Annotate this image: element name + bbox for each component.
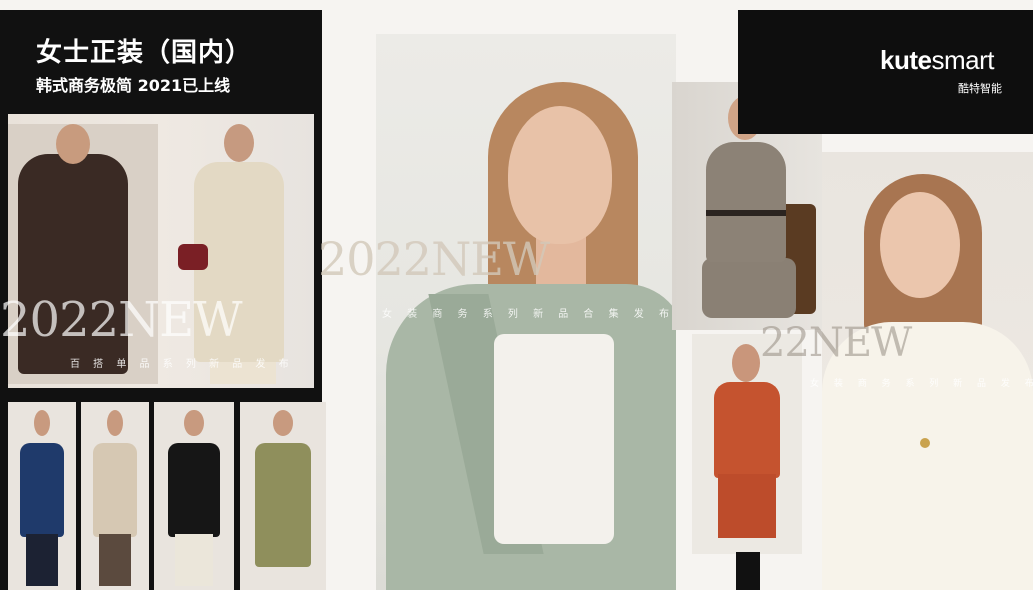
model-face	[508, 106, 612, 244]
thumb-navy-outfit	[8, 402, 76, 590]
white-suit-photo	[822, 152, 1033, 590]
navy-top	[20, 443, 64, 538]
model-head	[732, 344, 760, 382]
panel-subtitle: 韩式商务极简 2021已上线	[36, 76, 231, 95]
gray-trousers	[702, 258, 796, 318]
caption-strip-right: 女 装 商 务 系 列 新 品 发 布	[810, 379, 1033, 389]
model-head	[224, 124, 254, 162]
thumb-beige-trench	[81, 402, 149, 590]
brown-trousers	[98, 533, 132, 587]
gray-blazer	[706, 142, 786, 262]
thumb-black-jacket	[154, 402, 234, 590]
brand-chinese-name: 酷特智能	[958, 82, 1002, 95]
brand-logo: kutesmart	[880, 45, 994, 76]
watermark-new-right: 22NEW	[760, 320, 912, 366]
brand-logo-light: smart	[931, 45, 994, 75]
model-head	[33, 409, 51, 436]
rust-peplum-jacket	[714, 382, 780, 478]
red-handbag	[178, 244, 208, 270]
black-jacket	[168, 443, 220, 538]
white-camisole	[494, 334, 614, 544]
model-face	[880, 192, 960, 298]
white-trousers	[174, 533, 214, 587]
rust-skirt	[718, 474, 776, 538]
model-head	[272, 409, 294, 436]
dark-trousers	[25, 533, 59, 587]
beige-trench	[93, 443, 137, 538]
black-belt	[706, 210, 786, 216]
orange-suit-photo	[692, 334, 802, 554]
thumb-olive-dress	[240, 402, 326, 590]
panel-title: 女士正装（国内）	[36, 38, 253, 68]
gold-button	[920, 438, 930, 448]
model-head	[184, 409, 204, 436]
model-head	[106, 409, 124, 436]
black-accent-block	[736, 552, 760, 590]
caption-strip-left: 百 搭 单 品 系 列 新 品 发 布	[70, 359, 294, 370]
olive-wrap-dress	[255, 443, 311, 568]
watermark-new-center: 2022NEW	[318, 232, 550, 286]
brand-logo-bold: kute	[880, 45, 932, 75]
watermark-new-left: 2022NEW	[0, 292, 243, 348]
model-head	[56, 124, 90, 164]
caption-strip-center: 女 装 商 务 系 列 新 品 合 集 发 布	[382, 309, 675, 320]
